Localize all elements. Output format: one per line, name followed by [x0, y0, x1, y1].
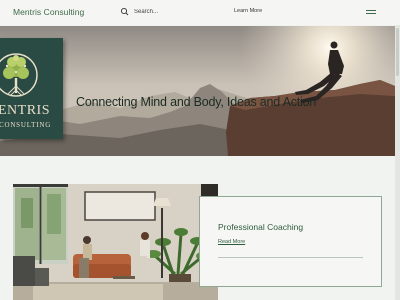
read-more-link[interactable]: Read More	[218, 239, 245, 245]
search-bar[interactable]	[119, 6, 229, 18]
learn-more-link[interactable]: Learn More	[234, 8, 262, 14]
brand-name[interactable]: Mentris Consulting	[13, 7, 84, 17]
search-input[interactable]	[134, 6, 224, 18]
office-image	[13, 184, 218, 300]
scrollbar-thumb[interactable]	[396, 28, 399, 76]
logo-wordmark: ENTRIS	[0, 103, 50, 118]
service-card: Professional Coaching Read More	[199, 196, 382, 287]
office-photo	[13, 184, 218, 300]
card-divider	[218, 257, 363, 258]
search-icon[interactable]	[119, 6, 131, 18]
logo-subtitle: CONSULTING	[0, 121, 52, 129]
hero-title: Connecting Mind and Body, Ideas and Acti…	[76, 95, 317, 109]
service-title: Professional Coaching	[218, 222, 304, 232]
logo-card: ENTRIS CONSULTING	[0, 38, 63, 139]
site-header: Mentris Consulting Learn More	[0, 0, 400, 25]
hamburger-menu-icon[interactable]	[365, 8, 377, 16]
